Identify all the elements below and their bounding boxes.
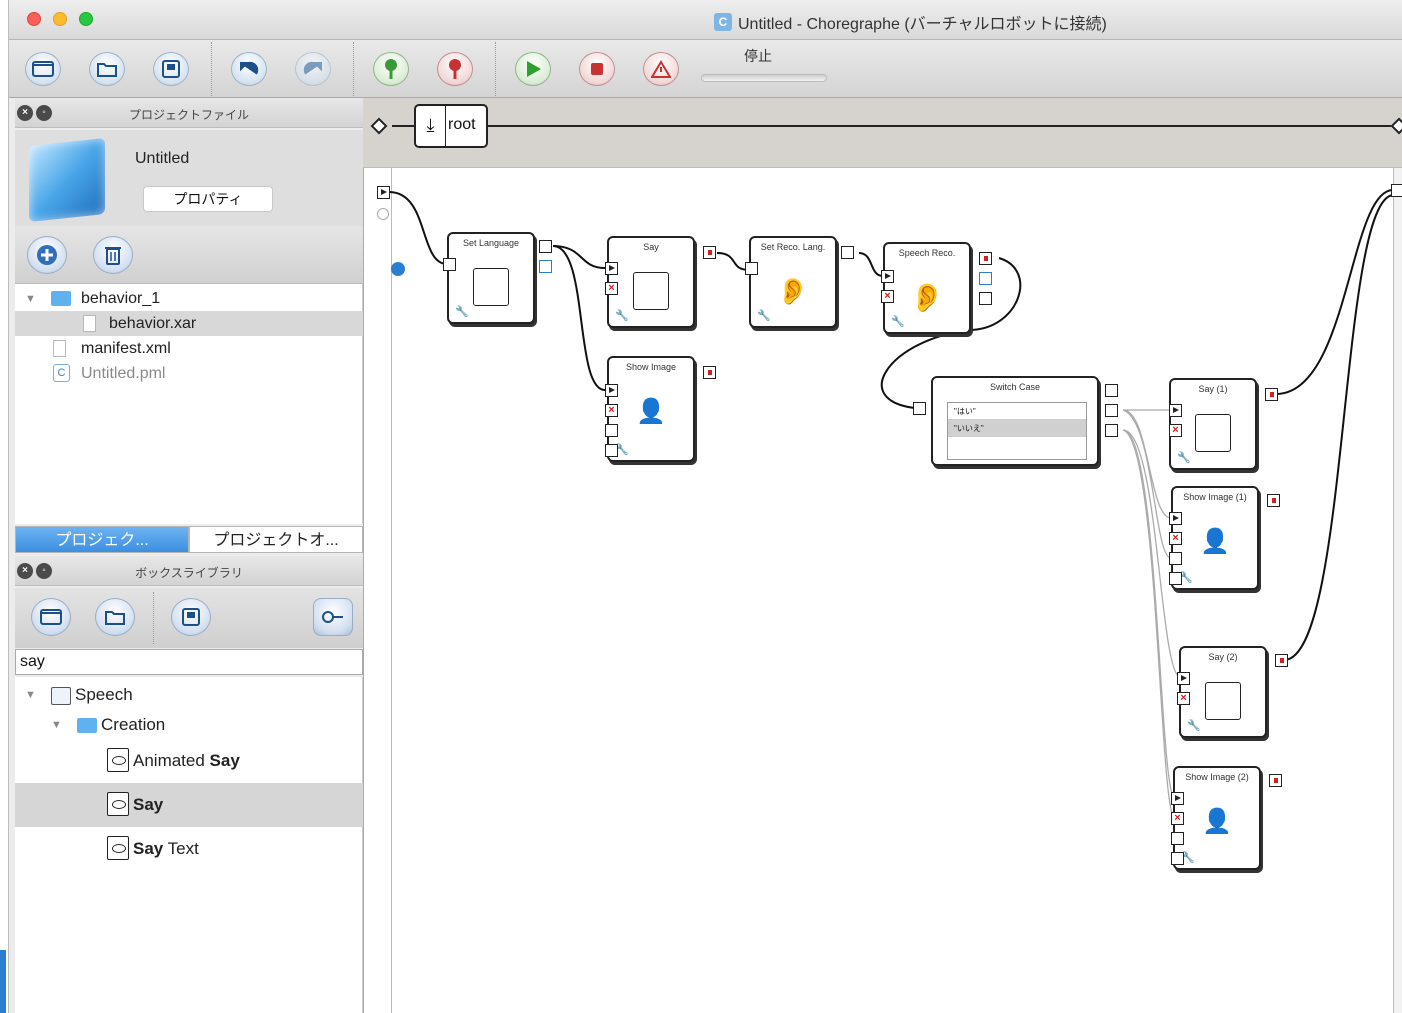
case-row[interactable]: "いいえ" (948, 420, 1086, 437)
case-list[interactable]: "はい" "いいえ" (947, 402, 1087, 460)
onstopped-pin[interactable] (1267, 494, 1280, 507)
wrench-icon[interactable]: 🔧 (757, 309, 771, 322)
box-title: Show Image (2) (1185, 772, 1249, 782)
wrench-icon[interactable]: 🔧 (615, 309, 629, 322)
onstop-pin[interactable]: × (1169, 532, 1182, 545)
onstop-pin[interactable]: × (1177, 692, 1190, 705)
set-reco-lang-box[interactable]: Set Reco. Lang. 👂 🔧 (749, 236, 837, 328)
switch-case-box[interactable]: Switch Case "はい" "いいえ" (931, 376, 1099, 466)
input-pin[interactable] (1169, 572, 1182, 585)
box-title: Set Language (462, 238, 520, 248)
box-title: Show Image (1) (1183, 492, 1247, 502)
output-pin[interactable] (1105, 404, 1118, 417)
onstart-pin[interactable] (881, 270, 894, 283)
box-title: Switch Case (989, 382, 1041, 392)
show-image-box[interactable]: Show Image 👤 🔧 (607, 356, 695, 462)
input-pin[interactable] (745, 262, 758, 275)
say-1-box[interactable]: Say (1) 🔧 (1169, 378, 1257, 470)
onstopped-pin[interactable] (703, 246, 716, 259)
onstop-pin[interactable]: × (881, 290, 894, 303)
speech-reco-box[interactable]: Speech Reco. 👂 🔧 (883, 242, 971, 334)
output-pin[interactable] (1105, 424, 1118, 437)
onstopped-output-pin[interactable] (1391, 184, 1402, 197)
wrench-icon[interactable]: 🔧 (891, 315, 905, 328)
show-image-1-box[interactable]: Show Image (1) 👤 🔧 (1171, 486, 1259, 590)
input-pin[interactable] (1171, 832, 1184, 845)
input-pin[interactable] (605, 444, 618, 457)
onstopped-pin[interactable] (1275, 654, 1288, 667)
input-pin[interactable] (605, 424, 618, 437)
desktop-edge (0, 950, 6, 1013)
output-pin[interactable] (1105, 384, 1118, 397)
onstart-pin[interactable] (605, 262, 618, 275)
speech-bubble-icon (633, 272, 669, 310)
image-person-icon: 👤 (636, 398, 666, 425)
input-pin[interactable] (443, 258, 456, 271)
box-title: Say (1) (1198, 384, 1228, 394)
blue-status-marker (391, 262, 405, 276)
input-pin[interactable] (1169, 552, 1182, 565)
onstop-pin[interactable]: × (605, 404, 618, 417)
input-pin[interactable] (1171, 852, 1184, 865)
output-pin[interactable] (841, 246, 854, 259)
choregraphe-window: C Untitled - Choregraphe (バーチャルロボットに接続) (8, 0, 1402, 1013)
box-title: Set Reco. Lang. (760, 242, 826, 252)
speech-bubble-icon (473, 268, 509, 306)
onstopped-pin[interactable] (1265, 388, 1278, 401)
say-2-box[interactable]: Say (2) 🔧 (1179, 646, 1267, 738)
image-person-icon: 👤 (1200, 528, 1230, 555)
onstop-pin[interactable]: × (1171, 812, 1184, 825)
set-language-box[interactable]: Set Language 🔧 (447, 232, 535, 324)
onstart-pin[interactable] (1169, 404, 1182, 417)
output-pin[interactable] (539, 240, 552, 253)
output-pin[interactable] (539, 260, 552, 273)
onstopped-pin[interactable] (1269, 774, 1282, 787)
image-person-icon: 👤 (1202, 808, 1232, 835)
onstop-pin[interactable]: × (1169, 424, 1182, 437)
onstart-input-pin[interactable] (377, 186, 390, 199)
wrench-icon[interactable]: 🔧 (1177, 451, 1191, 464)
box-title: Say (2) (1208, 652, 1238, 662)
onstart-pin[interactable] (1177, 672, 1190, 685)
onstart-pin[interactable] (1169, 512, 1182, 525)
speech-bubble-icon (1195, 414, 1231, 452)
wrench-icon[interactable]: 🔧 (455, 305, 469, 318)
box-title: Speech Reco. (898, 248, 956, 258)
wrench-icon[interactable]: 🔧 (1187, 719, 1201, 732)
case-row[interactable]: "はい" (948, 403, 1086, 420)
input-pin[interactable] (913, 402, 926, 415)
oninput-pin[interactable] (377, 208, 389, 220)
word-recognized-pin[interactable] (979, 252, 992, 265)
speech-bubble-icon (1205, 682, 1241, 720)
say-box[interactable]: Say 🔧 (607, 236, 695, 328)
ear-icon: 👂 (909, 282, 945, 313)
show-image-2-box[interactable]: Show Image (2) 👤 🔧 (1173, 766, 1261, 870)
onstart-pin[interactable] (605, 384, 618, 397)
box-title: Show Image (625, 362, 677, 372)
ear-icon: 👂 (776, 276, 810, 306)
output-pin[interactable] (979, 292, 992, 305)
onstop-pin[interactable]: × (605, 282, 618, 295)
box-title: Say (643, 242, 659, 252)
output-pin[interactable] (979, 272, 992, 285)
onstopped-pin[interactable] (703, 366, 716, 379)
onstart-pin[interactable] (1171, 792, 1184, 805)
